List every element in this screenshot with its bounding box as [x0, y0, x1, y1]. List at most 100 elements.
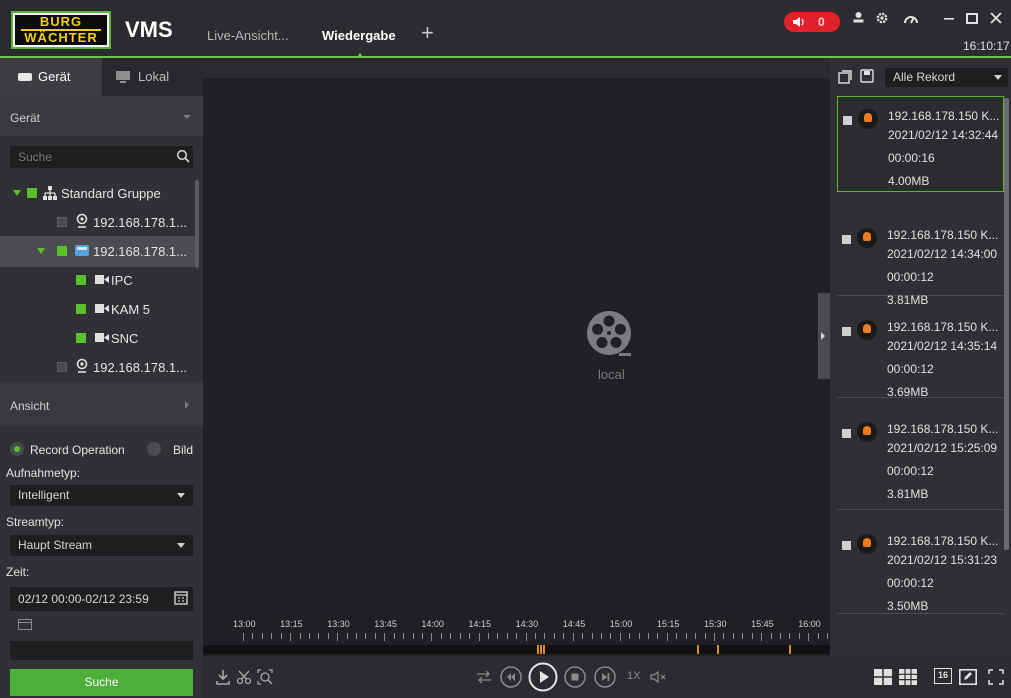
record-filter-value: Alle Rekord [893, 70, 956, 84]
timeline-tick [629, 633, 631, 639]
tab-local[interactable]: Lokal [102, 58, 203, 96]
radio-picture[interactable] [147, 442, 161, 456]
stream-type-select[interactable]: Haupt Stream [10, 535, 193, 556]
tree-device-row-selected[interactable]: 192.168.178.1... [0, 236, 195, 267]
tree-channel-row[interactable]: IPC [0, 265, 195, 296]
tab-playback[interactable]: Wiedergabe [322, 28, 396, 43]
search-button[interactable]: Suche [10, 669, 193, 696]
record-item[interactable]: 192.168.178.150 K... 2021/02/12 14:35:14 0… [837, 300, 1004, 399]
tree-label: IPC [111, 273, 133, 288]
fullscreen-icon[interactable] [988, 669, 1004, 685]
film-reel-icon [587, 311, 631, 356]
record-marker [697, 645, 699, 654]
card-icon[interactable] [18, 619, 32, 630]
calendar-icon[interactable] [174, 591, 188, 605]
timeline-tick [318, 633, 320, 639]
timeline-tick [685, 633, 687, 639]
channel-checkbox[interactable] [76, 275, 86, 285]
add-tab-button[interactable]: + [421, 20, 434, 46]
group-tree-icon [43, 186, 57, 200]
scissors-icon[interactable] [236, 669, 252, 685]
next-frame-icon[interactable] [594, 666, 616, 688]
search-icon[interactable] [176, 149, 190, 163]
minimize-icon[interactable] [943, 11, 955, 29]
alarm-badge[interactable]: 0 [784, 12, 840, 32]
device-icon [18, 73, 32, 81]
rec-type-select[interactable]: Intelligent [10, 485, 193, 506]
rewind-icon[interactable] [500, 666, 522, 688]
record-list-scrollbar[interactable] [1004, 98, 1009, 550]
logo-top-text: BURG [21, 15, 101, 31]
chevron-right-icon [821, 332, 825, 340]
tab-device[interactable]: Gerät [0, 58, 102, 96]
group-checkbox[interactable] [27, 188, 37, 198]
close-icon[interactable] [990, 11, 1002, 29]
device-checkbox[interactable] [57, 246, 67, 256]
timeline-tick [732, 633, 734, 639]
tree-scrollbar[interactable] [195, 180, 199, 268]
app-name: VMS [125, 17, 173, 42]
record-datetime: 2021/02/12 14:35:14 [887, 339, 998, 353]
layout-9-icon[interactable] [899, 669, 917, 685]
record-checkbox[interactable] [842, 235, 851, 244]
bulb-icon [857, 228, 877, 248]
select-all-icon[interactable] [838, 70, 852, 84]
tree-channel-row[interactable]: KAM 5 [0, 294, 195, 325]
record-duration: 00:00:12 [887, 270, 934, 284]
nvr-icon [75, 245, 89, 256]
webcam-icon [76, 358, 88, 373]
timeline-tick [817, 633, 819, 639]
expand-icon[interactable] [37, 248, 45, 254]
user-icon[interactable] [852, 11, 865, 28]
play-icon[interactable] [528, 662, 558, 692]
record-item[interactable]: 192.168.178.150 K... 2021/02/12 15:25:09 0… [837, 402, 1004, 510]
tree-group-row[interactable]: Standard Gruppe [0, 178, 195, 209]
channel-checkbox[interactable] [76, 304, 86, 314]
tree-device-row[interactable]: 192.168.178.1... [0, 207, 195, 238]
expand-icon[interactable] [13, 190, 21, 196]
device-checkbox[interactable] [57, 217, 67, 227]
sync-icon[interactable] [476, 670, 492, 684]
record-checkbox[interactable] [842, 429, 851, 438]
device-search-input[interactable]: Suche [10, 146, 193, 168]
record-checkbox[interactable] [842, 327, 851, 336]
save-icon[interactable] [860, 69, 874, 83]
timeline-label: 13:15 [280, 619, 303, 629]
device-checkbox[interactable] [57, 362, 67, 372]
maximize-icon[interactable] [966, 11, 978, 29]
timeline-tick [761, 633, 763, 641]
device-section-label: Gerät [10, 111, 41, 125]
stop-icon[interactable] [564, 666, 586, 688]
video-area[interactable]: local [203, 58, 830, 613]
gear-icon[interactable] [875, 11, 889, 29]
extra-input[interactable] [10, 641, 193, 660]
view-section-header[interactable]: Ansicht [0, 382, 203, 426]
record-item[interactable]: 192.168.178.150 K... 2021/02/12 14:32:44 0… [837, 96, 1004, 192]
timeline-tick [365, 633, 367, 639]
right-panel-collapse-handle[interactable] [818, 293, 830, 379]
record-checkbox[interactable] [842, 541, 851, 550]
tree-device-row[interactable]: 192.168.178.1... [0, 352, 195, 383]
timeline-tick [440, 633, 442, 639]
layout-4-icon[interactable] [874, 669, 892, 685]
timeline-tick [695, 633, 697, 639]
channel-checkbox[interactable] [76, 333, 86, 343]
time-range-input[interactable]: 02/12 00:00-02/12 23:59 [10, 587, 193, 611]
snapshot-search-icon[interactable] [257, 669, 273, 685]
record-filter-select[interactable]: Alle Rekord [885, 68, 1008, 87]
record-item[interactable]: 192.168.178.150 K... 2021/02/12 14:34:00 0… [837, 208, 1004, 307]
edit-layout-icon[interactable] [959, 669, 977, 685]
record-checkbox[interactable] [843, 116, 852, 125]
device-section-header[interactable]: Gerät [0, 96, 203, 136]
tab-live-view[interactable]: Live-Ansicht... [207, 28, 289, 43]
layout-16-icon[interactable]: 16 [934, 668, 952, 684]
bulb-icon [857, 320, 877, 340]
performance-gauge-icon[interactable] [903, 11, 919, 29]
volume-muted-icon[interactable] [650, 670, 666, 684]
radio-record[interactable] [10, 442, 24, 456]
record-item[interactable]: 192.168.178.150 K... 2021/02/12 15:31:23 0… [837, 514, 1004, 614]
download-icon[interactable] [215, 669, 231, 685]
tree-channel-row[interactable]: SNC [0, 323, 195, 354]
speed-indicator[interactable]: 1X [627, 670, 640, 682]
record-source: 192.168.178.150 K... [888, 109, 1000, 123]
